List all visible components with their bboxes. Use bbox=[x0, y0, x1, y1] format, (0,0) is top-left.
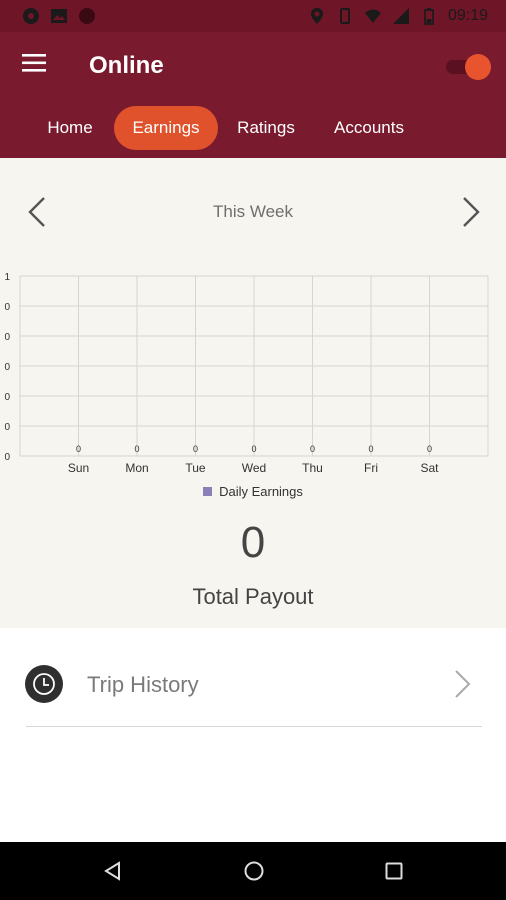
system-nav-bar bbox=[0, 842, 506, 900]
toggle-knob bbox=[465, 54, 491, 80]
trip-history-row[interactable]: Trip History bbox=[0, 628, 506, 740]
wifi-icon bbox=[364, 9, 381, 23]
x-tick-label: Sun bbox=[68, 461, 89, 475]
tab-earnings[interactable]: Earnings bbox=[114, 106, 218, 150]
chevron-right-icon bbox=[452, 668, 474, 700]
x-tick-label: Thu bbox=[302, 461, 323, 475]
status-time: 09:19 bbox=[447, 7, 488, 24]
total-payout-value: 0 bbox=[240, 518, 266, 567]
earnings-chart: 1 0 0 0 0 0 0 0 Sun 0 Mon 0 Tue 0 Wed 0 Thu 0 Fri 0 Sat bbox=[4, 272, 489, 475]
circle-icon bbox=[79, 8, 95, 24]
data-label: 0 bbox=[134, 444, 139, 454]
clock-icon bbox=[25, 665, 63, 703]
data-label: 0 bbox=[310, 444, 315, 454]
location-icon bbox=[310, 8, 323, 24]
chevron-right-icon[interactable] bbox=[460, 194, 484, 230]
legend-label: Daily Earnings bbox=[219, 484, 303, 499]
battery-icon bbox=[424, 8, 434, 25]
x-tick-label: Fri bbox=[364, 461, 378, 475]
status-left-icons bbox=[22, 7, 96, 25]
y-tick-label: 0 bbox=[4, 452, 10, 463]
hamburger-menu-icon[interactable] bbox=[22, 52, 48, 74]
tab-ratings[interactable]: Ratings bbox=[226, 106, 306, 150]
tab-bar: Home Earnings Ratings Accounts bbox=[0, 106, 506, 152]
trip-history-label: Trip History bbox=[87, 672, 199, 697]
data-label: 0 bbox=[251, 444, 256, 454]
y-tick-label: 0 bbox=[4, 302, 10, 313]
tab-accounts[interactable]: Accounts bbox=[320, 106, 418, 150]
y-tick-label: 0 bbox=[4, 392, 10, 403]
signal-icon bbox=[392, 8, 409, 24]
app-header: Online Home Earnings Ratings Accounts bbox=[0, 32, 506, 158]
sync-icon bbox=[23, 8, 39, 24]
y-tick-label: 0 bbox=[4, 332, 10, 343]
recents-square-icon[interactable] bbox=[383, 860, 405, 882]
legend-swatch bbox=[203, 487, 213, 496]
back-triangle-icon[interactable] bbox=[102, 860, 124, 882]
y-tick-label: 0 bbox=[4, 362, 10, 373]
home-circle-icon[interactable] bbox=[243, 860, 265, 882]
data-label: 0 bbox=[76, 444, 81, 454]
page-title: Online bbox=[89, 52, 164, 79]
tab-home[interactable]: Home bbox=[34, 106, 106, 150]
image-icon bbox=[51, 9, 67, 23]
status-right-icons: 09:19 bbox=[308, 7, 488, 25]
data-label: 0 bbox=[368, 444, 373, 454]
earnings-panel: This Week 1 0 0 0 0 0 0 0 Sun 0 Mon 0 Tue 0 Wed 0 Thu 0 Fr… bbox=[0, 158, 506, 628]
total-payout-label: Total Payout bbox=[192, 584, 314, 609]
period-label: This Week bbox=[213, 202, 293, 221]
data-label: 0 bbox=[193, 444, 198, 454]
x-tick-label: Mon bbox=[125, 461, 148, 475]
x-tick-label: Sat bbox=[420, 461, 439, 475]
online-toggle[interactable] bbox=[446, 54, 491, 80]
x-tick-label: Tue bbox=[185, 461, 206, 475]
status-bar: 09:19 bbox=[0, 0, 506, 32]
divider bbox=[26, 726, 482, 727]
y-tick-label: 1 bbox=[4, 272, 10, 283]
vibrate-icon bbox=[339, 8, 350, 24]
x-tick-label: Wed bbox=[242, 461, 266, 475]
y-tick-label: 0 bbox=[4, 422, 10, 433]
chart-legend: Daily Earnings bbox=[0, 484, 506, 499]
data-label: 0 bbox=[427, 444, 432, 454]
